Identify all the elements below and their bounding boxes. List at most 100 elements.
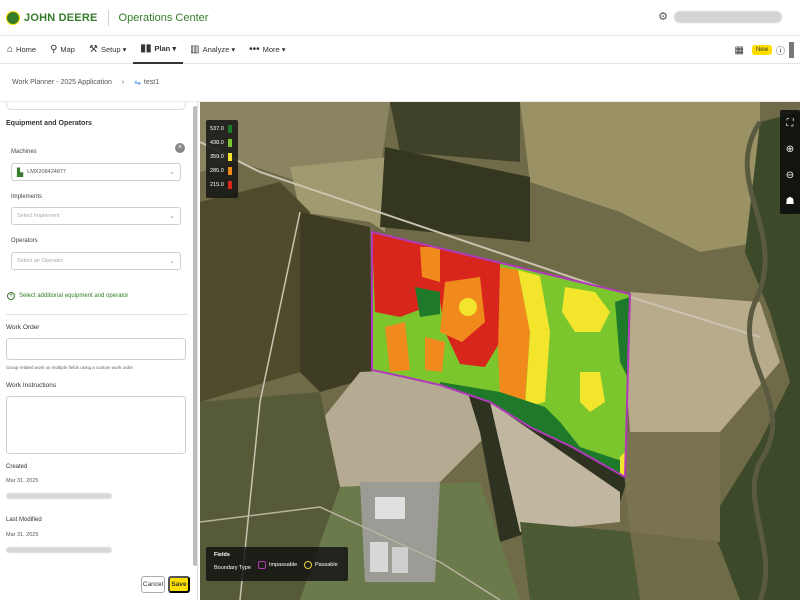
main-navigation: ⌂ Home ⚲ Map ⚒ Setup ▾ ▮▮ Plan ▾ ▥ Analy… (0, 36, 800, 64)
legend-swatch (227, 153, 232, 161)
legend-row: 537.0 (210, 125, 232, 133)
side-panel-toggle[interactable] (789, 42, 794, 58)
passable-legend-item: Passable (304, 561, 338, 569)
add-equipment-label: Select additional equipment and operator (19, 293, 129, 299)
work-instructions-textarea[interactable]: ⋰ (6, 396, 186, 454)
setup-icon: ⚒ (88, 44, 98, 55)
fields-legend: Fields Boundary Type Impassable Passable (206, 547, 348, 581)
work-order-label: Work Order (6, 324, 40, 331)
nav-plan[interactable]: ▮▮ Plan ▾ (133, 36, 184, 64)
nav-home[interactable]: ⌂ Home (0, 36, 43, 64)
nav-map[interactable]: ⚲ Map (43, 36, 82, 64)
organization-icon: ⚙ (658, 11, 668, 23)
implement-placeholder: Select Implement (17, 213, 60, 219)
apps-grid-icon[interactable]: ▦ (735, 45, 744, 56)
panel-scrollbar[interactable] (193, 106, 197, 566)
terrain-patch (520, 522, 640, 600)
fields-title: Fields (214, 552, 230, 558)
legend-value: 215.0 (210, 182, 224, 188)
breadcrumb-parent[interactable]: Work Planner - 2025 Application (12, 79, 112, 86)
machine-select[interactable]: ▙ LMX208424877 ⌄ (11, 163, 181, 181)
breadcrumb-current: test1 (143, 79, 160, 86)
legend-swatch (227, 125, 232, 133)
operator-select[interactable]: Select an Operator ⌄ (11, 252, 181, 270)
zone-285 (425, 337, 445, 372)
terrain-patch (620, 432, 720, 542)
map-view[interactable]: 537.0 438.0 359.0 285.0 215.0 ⛶ ⊕ ⊖ ☗ Fi… (200, 102, 800, 600)
nav-analyze[interactable]: ▥ Analyze ▾ (183, 36, 242, 64)
created-by-redacted (6, 493, 112, 499)
nav-plan-label: Plan ▾ (154, 44, 177, 53)
impassable-label: Impassable (269, 562, 298, 568)
passable-label: Passable (315, 562, 338, 568)
building (392, 547, 408, 573)
last-modified-label: Last Modified (6, 517, 42, 523)
nav-setup-label: Setup ▾ (100, 45, 127, 54)
nav-home-label: Home (16, 45, 37, 54)
created-label: Created (6, 464, 28, 470)
top-header: JOHN DEERE Operations Center ⚙ (0, 0, 800, 36)
equipment-section-title: Equipment and Operators (6, 120, 92, 127)
terrain-patch (200, 182, 310, 402)
legend-swatch (227, 181, 232, 189)
new-badge[interactable]: New (751, 45, 772, 55)
john-deere-logo[interactable]: JOHN DEERE (6, 10, 98, 25)
nav-setup[interactable]: ⚒ Setup ▾ (82, 36, 133, 64)
resize-grip-icon[interactable]: ⋰ (178, 446, 183, 452)
organization-switcher[interactable]: ⚙ (658, 10, 782, 23)
tractor-icon: ▙ (17, 167, 24, 177)
nav-more[interactable]: ••• More ▾ (242, 36, 292, 64)
header-divider (107, 9, 109, 26)
work-order-input[interactable] (6, 338, 186, 360)
chevron-down-icon: ⌄ (169, 258, 175, 265)
plus-circle-icon: + (7, 292, 15, 300)
brand-name: JOHN DEERE (24, 11, 98, 24)
organization-name-redacted (674, 10, 782, 23)
chevron-down-icon: ⌄ (169, 169, 175, 176)
operators-label: Operators (11, 238, 38, 244)
implement-select[interactable]: Select Implement ⌄ (11, 207, 181, 225)
save-button[interactable]: Save (168, 576, 190, 593)
deer-logo-icon (6, 10, 20, 25)
building (375, 497, 405, 519)
satellite-map[interactable] (200, 102, 800, 600)
last-modified-date: Mar 31, 2025 (6, 532, 39, 538)
impassable-legend-item: Impassable (258, 561, 297, 569)
home-icon: ⌂ (7, 44, 14, 55)
building (370, 542, 388, 572)
legend-value: 537.0 (210, 126, 224, 132)
legend-swatch (227, 139, 232, 147)
person-location-icon[interactable]: ☗ (780, 188, 800, 214)
impassable-swatch-icon (258, 561, 266, 569)
zone-285 (420, 247, 440, 282)
map-controls: ⛶ ⊕ ⊖ ☗ (780, 110, 800, 214)
legend-row: 359.0 (210, 153, 232, 161)
zone-359 (459, 298, 477, 316)
chevron-right-icon: › (121, 79, 125, 86)
cancel-button[interactable]: Cancel (141, 576, 165, 593)
operator-placeholder: Select an Operator (17, 258, 64, 264)
legend-value: 438.0 (210, 140, 224, 146)
breadcrumb: Work Planner - 2025 Application › ⇋ test… (0, 64, 800, 102)
app-name: Operations Center (118, 11, 209, 24)
zoom-out-icon[interactable]: ⊖ (780, 162, 800, 188)
legend-row: 215.0 (210, 181, 232, 189)
legend-swatch (227, 167, 232, 175)
section-divider (6, 314, 188, 315)
boundary-type-label: Boundary Type (214, 565, 251, 571)
remove-equipment-icon[interactable]: × (175, 143, 185, 153)
zoom-in-icon[interactable]: ⊕ (780, 136, 800, 162)
nav-analyze-label: Analyze ▾ (202, 45, 236, 54)
help-icon[interactable]: ⓘ (776, 44, 785, 57)
work-order-help: Group related work on multiple fields us… (6, 365, 135, 370)
rate-legend: 537.0 438.0 359.0 285.0 215.0 (206, 120, 238, 198)
work-plan-panel: Equipment and Operators Machines × ▙ LMX… (0, 102, 198, 600)
machines-label: Machines (11, 149, 37, 155)
panel-previous-section (6, 102, 186, 110)
modified-by-redacted (6, 547, 112, 553)
passable-swatch-icon (304, 561, 312, 569)
machine-value: LMX208424877 (27, 169, 66, 175)
fullscreen-icon[interactable]: ⛶ (780, 110, 800, 136)
plan-icon: ▮▮ (140, 43, 152, 54)
add-equipment-link[interactable]: + Select additional equipment and operat… (7, 292, 128, 300)
